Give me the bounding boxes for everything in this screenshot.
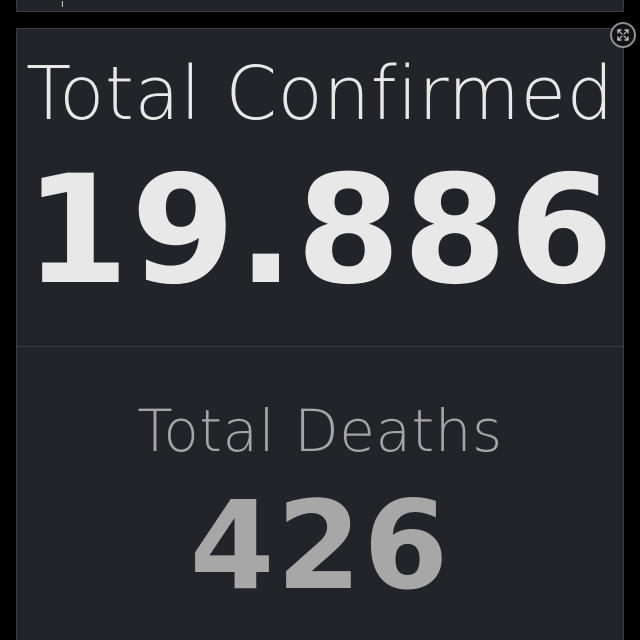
top-panel: ʃ — [16, 0, 624, 12]
top-panel-glyph: ʃ — [61, 1, 65, 7]
confirmed-value: 19.886 — [24, 144, 616, 318]
deaths-card: Total Deaths 426 — [16, 346, 624, 640]
confirmed-card: Total Confirmed 19.886 — [16, 28, 624, 358]
deaths-title: Total Deaths — [137, 397, 503, 465]
confirmed-title: Total Confirmed — [25, 51, 614, 137]
dashboard-root: ʃ Total Confirmed 19.886 Total Deaths 42… — [0, 0, 640, 640]
expand-icon — [617, 29, 629, 41]
deaths-value: 426 — [189, 475, 451, 617]
expand-button[interactable] — [610, 22, 636, 48]
